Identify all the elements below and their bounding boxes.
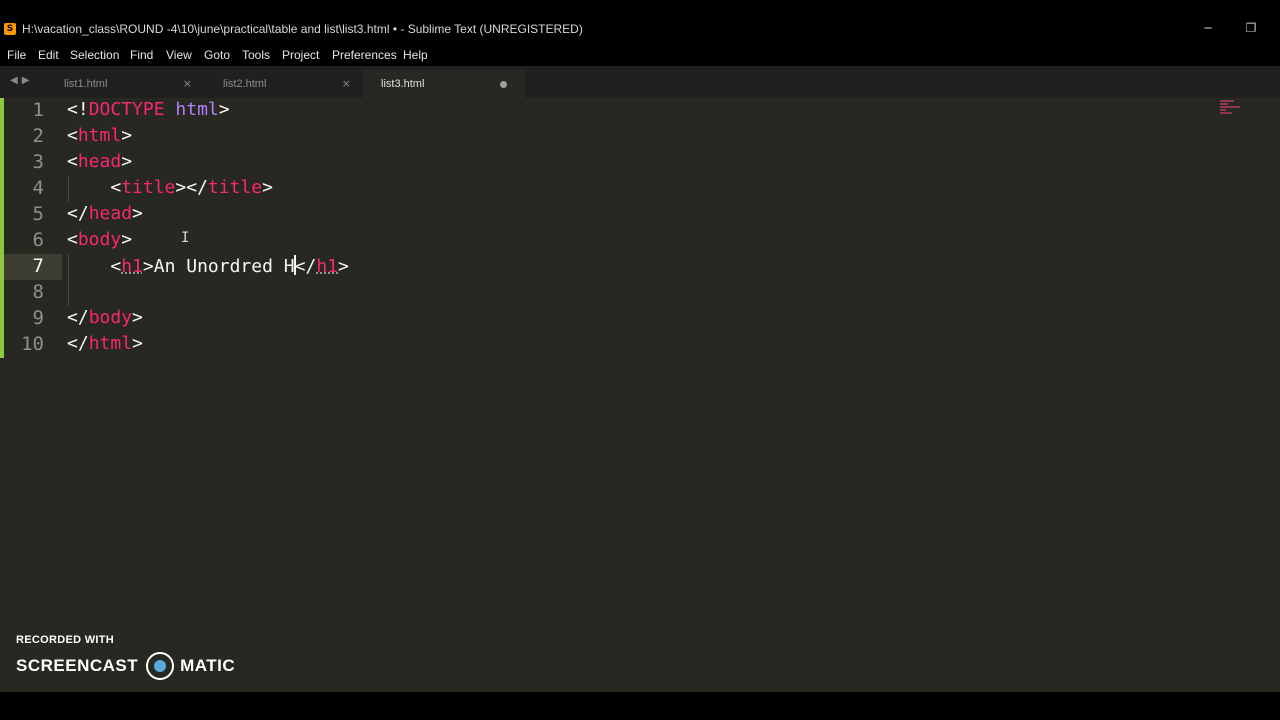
watermark-brand-right: MATIC	[180, 656, 236, 675]
tab-label: list1.html	[64, 78, 108, 90]
tab-bar: ◀▶ list1.html × list2.html × list3.html	[0, 66, 1280, 98]
menu-selection[interactable]: Selection	[70, 48, 119, 62]
menu-find[interactable]: Find	[130, 48, 153, 62]
menu-bar: File Edit Selection Find View Goto Tools…	[0, 44, 1280, 66]
tab-list3[interactable]: list3.html	[363, 70, 525, 98]
close-icon[interactable]: ×	[183, 77, 192, 90]
line-number: 5	[32, 203, 44, 225]
menu-view[interactable]: View	[166, 48, 192, 62]
code-line-2[interactable]: 2 <html>	[0, 124, 1280, 150]
code-text: <h1>An Unordred H</h1>	[110, 255, 349, 277]
menu-help[interactable]: Help	[403, 48, 428, 62]
menu-preferences[interactable]: Preferences	[332, 48, 397, 62]
code-line-4[interactable]: 4 <title></title>	[0, 176, 1280, 202]
tab-list2[interactable]: list2.html ×	[205, 70, 365, 98]
code-line-6[interactable]: 6 <body>	[0, 228, 1280, 254]
line-number: 2	[32, 125, 44, 147]
tab-list1[interactable]: list1.html ×	[46, 70, 206, 98]
code-text: <!DOCTYPE html>	[67, 99, 230, 120]
screencast-watermark: RECORDED WITH SCREENCAST MATIC	[16, 634, 235, 680]
line-number: 8	[32, 281, 44, 303]
code-line-5[interactable]: 5 </head>	[0, 202, 1280, 228]
code-line-8[interactable]: 8	[0, 280, 1280, 306]
line-number: 10	[21, 333, 44, 355]
line-number: 6	[32, 229, 44, 251]
code-editor[interactable]: 1 <!DOCTYPE html> 2 <html> 3 <head> 4 <t…	[0, 98, 1280, 692]
line-number: 4	[32, 177, 44, 199]
code-text: <head>	[67, 151, 133, 172]
code-line-1[interactable]: 1 <!DOCTYPE html>	[0, 98, 1280, 124]
line-number: 3	[32, 151, 44, 173]
code-text: <body>	[67, 229, 133, 250]
menu-goto[interactable]: Goto	[204, 48, 230, 62]
menu-project[interactable]: Project	[282, 48, 319, 62]
code-text: </head>	[67, 203, 143, 224]
record-dot-icon	[146, 652, 175, 680]
window-title: H:\vacation_class\ROUND -4\10\june\pract…	[22, 22, 583, 36]
code-text: </html>	[67, 333, 143, 354]
code-line-10[interactable]: 10 </html>	[0, 332, 1280, 358]
line-number: 9	[32, 307, 44, 329]
text-cursor-icon: I	[181, 230, 190, 246]
menu-file[interactable]: File	[7, 48, 26, 62]
tab-nav-arrows-icon[interactable]: ◀▶	[10, 75, 33, 86]
restore-icon[interactable]: ❐	[1243, 20, 1259, 36]
minimap[interactable]	[1220, 100, 1242, 118]
code-line-9[interactable]: 9 </body>	[0, 306, 1280, 332]
title-bar: S H:\vacation_class\ROUND -4\10\june\pra…	[0, 14, 1280, 44]
code-line-3[interactable]: 3 <head>	[0, 150, 1280, 176]
minimize-icon[interactable]: ─	[1200, 20, 1216, 36]
sublime-app-icon: S	[4, 23, 16, 35]
line-number: 7	[32, 255, 44, 277]
menu-edit[interactable]: Edit	[38, 48, 59, 62]
watermark-brand-left: SCREENCAST	[16, 656, 139, 675]
tab-label: list2.html	[223, 78, 267, 90]
close-icon[interactable]: ×	[342, 77, 351, 90]
code-text: <title></title>	[110, 177, 273, 198]
menu-tools[interactable]: Tools	[242, 48, 270, 62]
code-text: </body>	[67, 307, 143, 328]
code-line-7[interactable]: 7 <h1>An Unordred H</h1>	[0, 254, 1280, 280]
line-number: 1	[32, 99, 44, 121]
tab-label: list3.html	[381, 78, 425, 90]
unsaved-dot-icon[interactable]	[500, 81, 507, 88]
code-text: <html>	[67, 125, 133, 146]
watermark-recorded-with: RECORDED WITH	[16, 634, 115, 646]
